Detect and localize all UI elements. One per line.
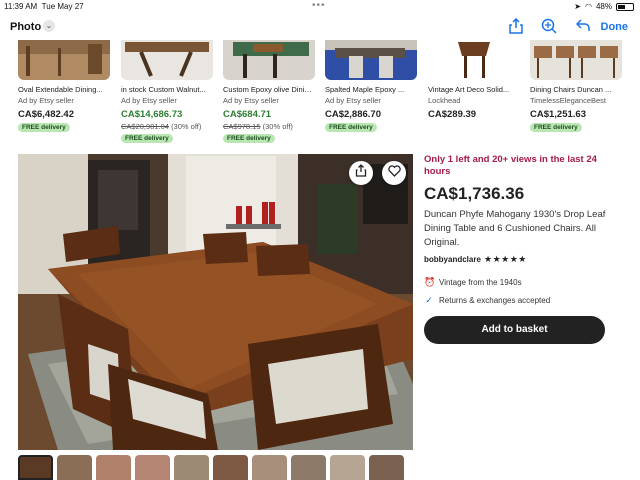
listing-thumbnail[interactable] xyxy=(18,40,110,80)
checkmark-icon: ✓ xyxy=(425,295,433,305)
rating-stars[interactable]: ★★★★★ xyxy=(484,254,527,265)
thumbnail-image[interactable] xyxy=(330,455,365,480)
thumbnail-image[interactable] xyxy=(174,455,209,480)
chevron-down-icon[interactable]: ⌄ xyxy=(43,20,55,32)
listing-original-price: CA$978.15 (30% off) xyxy=(223,122,293,131)
vintage-info: ⏰ Vintage from the 1940s xyxy=(424,277,522,288)
done-button[interactable]: Done xyxy=(601,21,629,33)
wifi-icon: ◠ xyxy=(585,2,592,11)
thumbnail-image[interactable] xyxy=(57,455,92,480)
listing-price: CA$684.71 xyxy=(223,109,272,120)
add-to-basket-button[interactable]: Add to basket xyxy=(424,316,605,344)
product-price: CA$1,736.36 xyxy=(424,184,525,203)
alarm-clock-icon: ⏰ xyxy=(424,277,436,287)
shop-name-link[interactable]: bobbyandclare xyxy=(424,255,481,264)
share-icon[interactable] xyxy=(507,17,525,36)
listing-price: CA$289.39 xyxy=(428,109,477,120)
thumbnail-image[interactable] xyxy=(135,455,170,480)
battery-percent: 48% xyxy=(595,2,612,11)
listing-seller: TimelessEleganceBest xyxy=(530,96,607,105)
share-icon[interactable] xyxy=(349,161,373,185)
related-listings-strip: Oval Extendable Dining... Ad by Etsy sel… xyxy=(0,40,640,145)
multitask-dots-icon[interactable]: ••• xyxy=(312,0,326,11)
free-delivery-badge: FREE delivery xyxy=(325,123,377,132)
markup-icon[interactable] xyxy=(540,18,558,36)
image-thumbnails xyxy=(18,455,413,480)
listing-title[interactable]: Custom Epoxy olive Dining... xyxy=(223,85,315,94)
scarcity-notice: Only 1 left and 20+ views in the last 24… xyxy=(424,154,597,177)
battery-icon xyxy=(616,2,634,11)
free-delivery-badge: FREE delivery xyxy=(223,134,275,143)
listing-title[interactable]: Spalted Maple Epoxy ... xyxy=(325,85,417,94)
thumbnail-image[interactable] xyxy=(291,455,326,480)
undo-icon[interactable] xyxy=(574,18,592,36)
listing-title[interactable]: Vintage Art Deco Solid... xyxy=(428,85,520,94)
status-bar: 11:39 AM Tue May 27 ••• ➤ ◠ 48% xyxy=(0,0,640,14)
listing-card[interactable]: Spalted Maple Epoxy ... Ad by Etsy selle… xyxy=(325,40,421,145)
listing-price: CA$14,686.73 xyxy=(121,109,183,120)
listing-price: CA$2,886.70 xyxy=(325,109,381,120)
listing-card[interactable]: Vintage Art Deco Solid... Lockhead CA$28… xyxy=(428,40,524,145)
listing-price: CA$1,251.63 xyxy=(530,109,586,120)
favorite-heart-icon[interactable] xyxy=(382,161,406,185)
listing-card[interactable]: Custom Epoxy olive Dining... Ad by Etsy … xyxy=(223,40,319,145)
free-delivery-badge: FREE delivery xyxy=(530,123,582,132)
free-delivery-badge: FREE delivery xyxy=(121,134,173,143)
listing-seller: Ad by Etsy seller xyxy=(121,96,177,105)
listing-title[interactable]: Dining Chairs Duncan ... xyxy=(530,85,622,94)
product-title: Duncan Phyfe Mahogany 1930's Drop Leaf D… xyxy=(424,209,606,248)
listing-thumbnail[interactable] xyxy=(121,40,213,80)
listing-card[interactable]: Dining Chairs Duncan ... TimelessEleganc… xyxy=(530,40,626,145)
returns-text: Returns & exchanges accepted xyxy=(439,296,551,305)
listing-thumbnail[interactable] xyxy=(530,40,622,80)
listing-seller: Ad by Etsy seller xyxy=(223,96,279,105)
thumbnail-image[interactable] xyxy=(96,455,131,480)
listing-card[interactable]: in stock Custom Walnut... Ad by Etsy sel… xyxy=(121,40,217,145)
navigation-bar: Photo ⌄ Done xyxy=(0,14,640,40)
thumbnail-image[interactable] xyxy=(213,455,248,480)
listing-thumbnail[interactable] xyxy=(428,40,520,80)
product-main-image[interactable] xyxy=(18,154,413,450)
free-delivery-badge: FREE delivery xyxy=(18,123,70,132)
listing-title[interactable]: Oval Extendable Dining... xyxy=(18,85,110,94)
thumbnail-image[interactable] xyxy=(18,455,53,480)
listing-card[interactable]: Oval Extendable Dining... Ad by Etsy sel… xyxy=(18,40,114,145)
listing-price: CA$6,482.42 xyxy=(18,109,74,120)
thumbnail-image[interactable] xyxy=(369,455,404,480)
status-time: 11:39 AM Tue May 27 xyxy=(4,2,84,11)
listing-original-price: CA$20,981.04 (30% off) xyxy=(121,122,202,131)
vintage-text: Vintage from the 1940s xyxy=(439,278,522,287)
location-icon: ➤ xyxy=(574,2,581,11)
returns-info: ✓ Returns & exchanges accepted xyxy=(424,295,550,306)
listing-thumbnail[interactable] xyxy=(325,40,417,80)
status-right: ➤ ◠ 48% xyxy=(574,2,634,11)
listing-seller: Ad by Etsy seller xyxy=(18,96,74,105)
page-title: Photo xyxy=(10,21,42,33)
thumbnail-image[interactable] xyxy=(252,455,287,480)
listing-title[interactable]: in stock Custom Walnut... xyxy=(121,85,213,94)
listing-seller: Ad by Etsy seller xyxy=(325,96,381,105)
listing-thumbnail[interactable] xyxy=(223,40,315,80)
listing-seller: Lockhead xyxy=(428,96,461,105)
